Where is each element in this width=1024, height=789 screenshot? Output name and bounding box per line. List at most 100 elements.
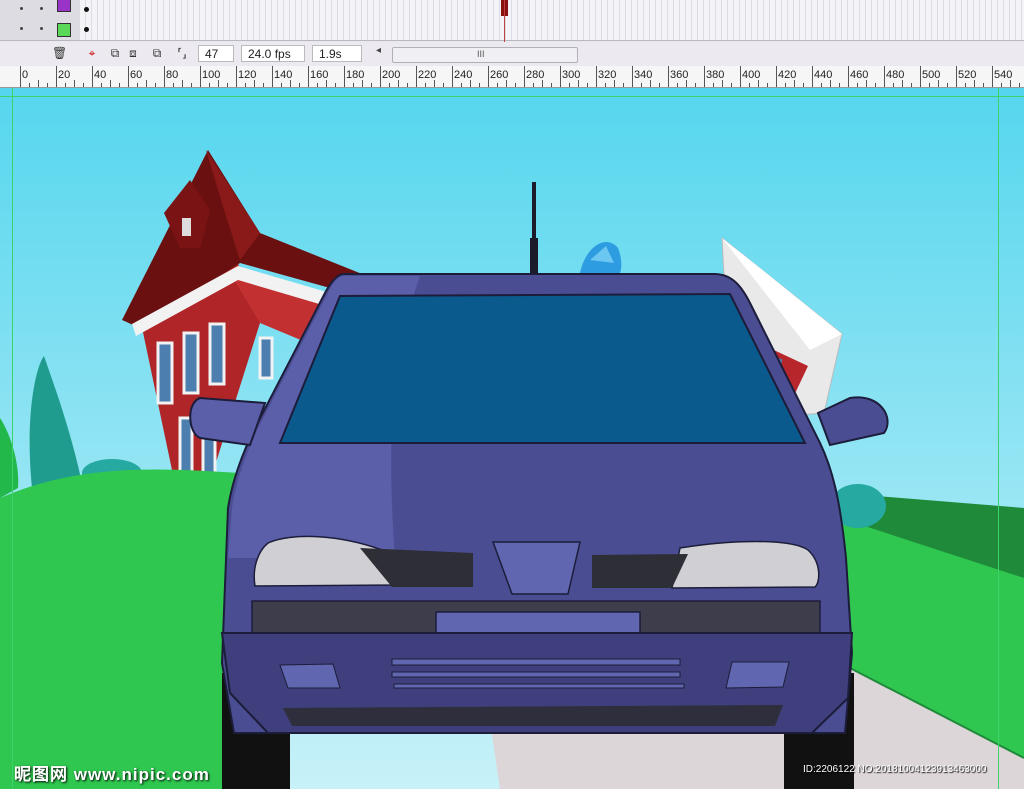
- ruler-major-tick: [884, 66, 885, 87]
- ruler-minor-tick: [254, 80, 255, 87]
- layer-row-1[interactable]: [0, 0, 1024, 21]
- ruler-major-tick: [416, 66, 417, 87]
- ruler-minor-tick: [371, 83, 372, 87]
- ruler-major-tick: [740, 66, 741, 87]
- ruler-minor-tick: [83, 83, 84, 87]
- edit-multiple-frames-icon[interactable]: ⧉: [150, 46, 164, 60]
- lock-dot[interactable]: [40, 7, 43, 10]
- ruler-minor-tick: [911, 83, 912, 87]
- ruler-minor-tick: [146, 80, 147, 87]
- current-frame-field[interactable]: 47: [198, 45, 234, 62]
- ruler-major-tick: [812, 66, 813, 87]
- ruler-minor-tick: [713, 83, 714, 87]
- ruler-label: 40: [94, 69, 107, 81]
- ruler-minor-tick: [1019, 83, 1020, 87]
- ruler-minor-tick: [578, 80, 579, 87]
- timeline-panel: [0, 0, 1024, 42]
- onion-skin-outline-icon[interactable]: ⧈: [126, 46, 140, 60]
- ruler-minor-tick: [830, 80, 831, 87]
- ruler-minor-tick: [119, 83, 120, 87]
- horizontal-ruler: 0 20 40 60 80 100 120 140 160 180 200 220 240 260 280 3…: [0, 66, 1024, 88]
- ruler-label: 60: [130, 69, 143, 81]
- ruler-major-tick: [704, 66, 705, 87]
- onion-skin-icon[interactable]: ⧉: [108, 46, 122, 60]
- ruler-minor-tick: [677, 83, 678, 87]
- layer-outline-color[interactable]: [57, 23, 71, 37]
- stage-canvas[interactable]: [0, 88, 1024, 789]
- ruler-label: 20: [58, 69, 71, 81]
- keyframe[interactable]: [84, 7, 89, 12]
- ruler-major-tick: [308, 66, 309, 87]
- ruler-minor-tick: [389, 83, 390, 87]
- timeline-statusbar: 🗑 ⌖ ⧉ ⧈ ⧉ ⸢⸥ 47 24.0 fps 1.9s ◂ III: [0, 42, 1024, 67]
- guide-line[interactable]: [998, 88, 999, 789]
- ruler-minor-tick: [542, 80, 543, 87]
- ruler-minor-tick: [722, 80, 723, 87]
- ruler-minor-tick: [263, 83, 264, 87]
- ruler-minor-tick: [758, 80, 759, 87]
- frame-strip[interactable]: [80, 20, 1024, 40]
- scroll-grip[interactable]: III: [477, 49, 485, 59]
- trash-icon[interactable]: 🗑: [52, 46, 67, 60]
- ruler-major-tick: [920, 66, 921, 87]
- ruler-minor-tick: [749, 83, 750, 87]
- visibility-dot[interactable]: [20, 27, 23, 30]
- modify-markers-icon[interactable]: ⸢⸥: [175, 46, 189, 60]
- ruler-major-tick: [92, 66, 93, 87]
- ruler-minor-tick: [623, 83, 624, 87]
- ruler-minor-tick: [218, 80, 219, 87]
- ruler-major-tick: [524, 66, 525, 87]
- ruler-minor-tick: [875, 83, 876, 87]
- ruler-major-tick: [632, 66, 633, 87]
- ruler-minor-tick: [569, 83, 570, 87]
- ruler-minor-tick: [461, 83, 462, 87]
- center-frame-icon[interactable]: ⌖: [85, 46, 99, 60]
- ruler-minor-tick: [947, 83, 948, 87]
- ruler-minor-tick: [245, 83, 246, 87]
- elapsed-time-field: 1.9s: [312, 45, 362, 62]
- ruler-minor-tick: [731, 83, 732, 87]
- guide-line[interactable]: [12, 88, 13, 789]
- ruler-minor-tick: [29, 83, 30, 87]
- ruler-label: 0: [22, 69, 29, 81]
- ruler-major-tick: [164, 66, 165, 87]
- ruler-minor-tick: [137, 83, 138, 87]
- ruler-minor-tick: [803, 83, 804, 87]
- ruler-major-tick: [20, 66, 21, 87]
- ruler-major-tick: [668, 66, 669, 87]
- left-hill: [0, 469, 240, 789]
- ruler-minor-tick: [110, 80, 111, 87]
- ruler-major-tick: [452, 66, 453, 87]
- playhead-line: [504, 0, 505, 42]
- scroll-left-arrow[interactable]: ◂: [376, 45, 381, 56]
- ruler-minor-tick: [227, 83, 228, 87]
- layer-outline-color[interactable]: [57, 0, 71, 12]
- lock-dot[interactable]: [40, 27, 43, 30]
- guide-line[interactable]: [0, 96, 1024, 97]
- ruler-minor-tick: [479, 83, 480, 87]
- ruler-minor-tick: [362, 80, 363, 87]
- layer-controls: [0, 0, 80, 20]
- ruler-minor-tick: [326, 80, 327, 87]
- ruler-minor-tick: [65, 83, 66, 87]
- ruler-minor-tick: [1010, 80, 1011, 87]
- ruler-minor-tick: [605, 83, 606, 87]
- ruler-minor-tick: [290, 80, 291, 87]
- ruler-major-tick: [380, 66, 381, 87]
- ruler-minor-tick: [551, 83, 552, 87]
- ruler-minor-tick: [1001, 83, 1002, 87]
- keyframe[interactable]: [84, 27, 89, 32]
- ruler-minor-tick: [821, 83, 822, 87]
- frame-rate-field[interactable]: 24.0 fps: [241, 45, 305, 62]
- ruler-major-tick: [848, 66, 849, 87]
- visibility-dot[interactable]: [20, 7, 23, 10]
- timeline-scrollbar[interactable]: III: [392, 47, 578, 63]
- frame-strip[interactable]: [80, 0, 1024, 20]
- layer-row-2[interactable]: [0, 20, 1024, 41]
- ruler-minor-tick: [407, 83, 408, 87]
- ruler-minor-tick: [587, 83, 588, 87]
- ruler-minor-tick: [965, 83, 966, 87]
- ruler-minor-tick: [695, 83, 696, 87]
- ruler-minor-tick: [794, 80, 795, 87]
- ruler-minor-tick: [434, 80, 435, 87]
